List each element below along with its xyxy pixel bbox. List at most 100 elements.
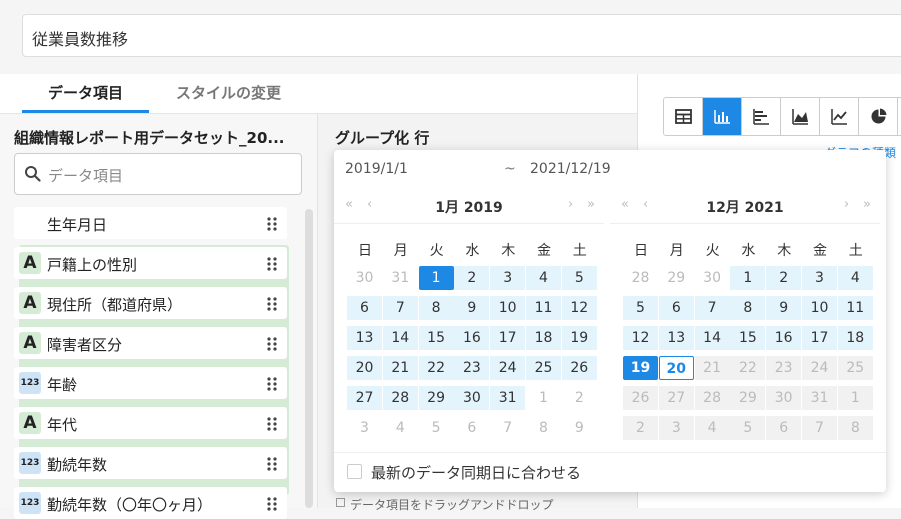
calendar-day[interactable]: 26 [561, 356, 597, 380]
calendar-day[interactable]: 17 [490, 326, 526, 350]
calendar-day[interactable]: 27 [347, 386, 382, 410]
calendar-day[interactable]: 3 [490, 266, 526, 290]
calendar-day[interactable]: 2 [766, 266, 802, 290]
calendar-day[interactable]: 15 [730, 326, 766, 350]
drag-handle-icon[interactable] [267, 216, 277, 231]
calendar-day[interactable]: 11 [526, 296, 561, 320]
calendar-day[interactable]: 12 [561, 296, 597, 320]
calendar-day[interactable]: 5 [623, 296, 658, 320]
calendar-day[interactable]: 14 [382, 326, 418, 350]
calendar-day[interactable]: 28 [623, 266, 658, 290]
calendar-day[interactable]: 7 [382, 296, 418, 320]
calendar-day[interactable]: 6 [454, 416, 489, 440]
calendar-day[interactable]: 31 [490, 386, 526, 410]
calendar-day[interactable]: 16 [766, 326, 802, 350]
calendar-day[interactable]: 19 [561, 326, 597, 350]
calendar-day[interactable]: 30 [347, 266, 382, 290]
scrollbar[interactable] [305, 209, 313, 508]
calendar-day[interactable]: 31 [383, 266, 418, 290]
calendar-day[interactable]: 18 [837, 326, 873, 350]
calendar-day[interactable]: 29 [418, 386, 454, 410]
calendar-day[interactable]: 3 [802, 266, 837, 290]
calendar-day[interactable]: 30 [454, 386, 490, 410]
calendar-day[interactable]: 9 [562, 416, 597, 440]
calendar-day[interactable]: 13 [347, 326, 382, 350]
drag-handle-icon[interactable] [267, 256, 277, 271]
calendar-day[interactable]: 25 [526, 356, 561, 380]
calendar-day[interactable]: 2 [454, 266, 490, 290]
field-item[interactable]: A 戸籍上の性別 [14, 247, 287, 279]
calendar-day: 28 [694, 386, 730, 410]
field-item[interactable]: 123 年齢 [14, 367, 287, 399]
calendar-day[interactable]: 5 [561, 266, 597, 290]
calendar-day[interactable]: 8 [730, 296, 766, 320]
calendar-day[interactable]: 1 [418, 266, 454, 290]
field-label: 生年月日 [47, 216, 108, 234]
calendar-day[interactable]: 13 [658, 326, 694, 350]
chart-type-pie[interactable] [859, 98, 898, 135]
calendar-day[interactable]: 20 [658, 356, 694, 380]
field-item[interactable]: A 障害者区分 [14, 327, 287, 359]
calendar-day[interactable]: 10 [490, 296, 526, 320]
calendar-day[interactable]: 24 [490, 356, 526, 380]
calendar-day[interactable]: 1 [730, 266, 766, 290]
calendar-day[interactable]: 21 [382, 356, 418, 380]
calendar-day[interactable]: 12 [623, 326, 658, 350]
drag-handle-icon[interactable] [267, 416, 277, 431]
calendar-day[interactable]: 10 [802, 296, 837, 320]
field-item[interactable]: 123 勤続年数（〇年〇ヶ月） [14, 487, 287, 519]
calendar-day[interactable]: 11 [837, 296, 873, 320]
sync-date-label[interactable]: 最新のデータ同期日に合わせる [371, 462, 581, 483]
drag-handle-icon[interactable] [267, 296, 277, 311]
calendar-day[interactable]: 15 [418, 326, 454, 350]
calendar-day[interactable]: 7 [490, 416, 525, 440]
chart-type-horizontal-bar[interactable] [742, 98, 781, 135]
calendar-day[interactable]: 5 [419, 416, 454, 440]
calendar-day[interactable]: 20 [347, 356, 382, 380]
field-item[interactable]: 生年月日 [14, 207, 289, 495]
drag-handle-icon[interactable] [267, 336, 277, 351]
calendar-day[interactable]: 4 [526, 266, 561, 290]
calendar-day[interactable]: 17 [802, 326, 837, 350]
calendar-day[interactable]: 18 [526, 326, 561, 350]
calendar-day[interactable]: 19 [623, 356, 658, 380]
area-chart-icon [792, 109, 808, 125]
tab-style-change[interactable]: スタイルの変更 [160, 82, 297, 113]
sync-date-checkbox[interactable] [347, 464, 362, 479]
calendar-day[interactable]: 2 [562, 386, 597, 410]
calendar-day[interactable]: 1 [526, 386, 561, 410]
calendar-day[interactable]: 14 [694, 326, 730, 350]
end-date-input[interactable]: 2021/12/19 [530, 161, 611, 177]
field-item[interactable]: A 現住所（都道府県） [14, 287, 287, 319]
tab-data-items[interactable]: データ項目 [22, 82, 149, 113]
calendar-day[interactable]: 28 [382, 386, 418, 410]
drag-handle-icon[interactable] [267, 456, 277, 471]
calendar-day[interactable]: 7 [694, 296, 730, 320]
calendar-day[interactable]: 16 [454, 326, 490, 350]
field-item[interactable]: 123 勤続年数 [14, 447, 287, 479]
calendar-day[interactable]: 22 [418, 356, 454, 380]
search-input[interactable]: データ項目 [14, 153, 302, 195]
calendar-day[interactable]: 4 [837, 266, 873, 290]
calendar-day[interactable]: 8 [526, 416, 561, 440]
chart-type-bar[interactable] [703, 98, 742, 135]
calendar-day[interactable]: 8 [418, 296, 454, 320]
field-item[interactable]: A 年代 [14, 407, 287, 439]
weekday-label: 金 [537, 243, 551, 259]
calendar-day[interactable]: 30 [695, 266, 730, 290]
start-date-input[interactable]: 2019/1/1 [345, 161, 408, 177]
calendar-day[interactable]: 29 [659, 266, 694, 290]
calendar-day[interactable]: 9 [454, 296, 490, 320]
calendar-day[interactable]: 6 [658, 296, 694, 320]
search-placeholder: データ項目 [48, 167, 124, 185]
calendar-day[interactable]: 23 [454, 356, 490, 380]
chart-type-table[interactable] [664, 98, 703, 135]
chart-type-line[interactable] [820, 98, 859, 135]
calendar-day[interactable]: 3 [347, 416, 382, 440]
calendar-day[interactable]: 9 [766, 296, 802, 320]
chart-type-area[interactable] [781, 98, 820, 135]
drag-handle-icon[interactable] [267, 376, 277, 391]
calendar-day[interactable]: 4 [383, 416, 418, 440]
calendar-day[interactable]: 6 [347, 296, 382, 320]
report-title-input[interactable]: 従業員数推移 [22, 14, 901, 57]
